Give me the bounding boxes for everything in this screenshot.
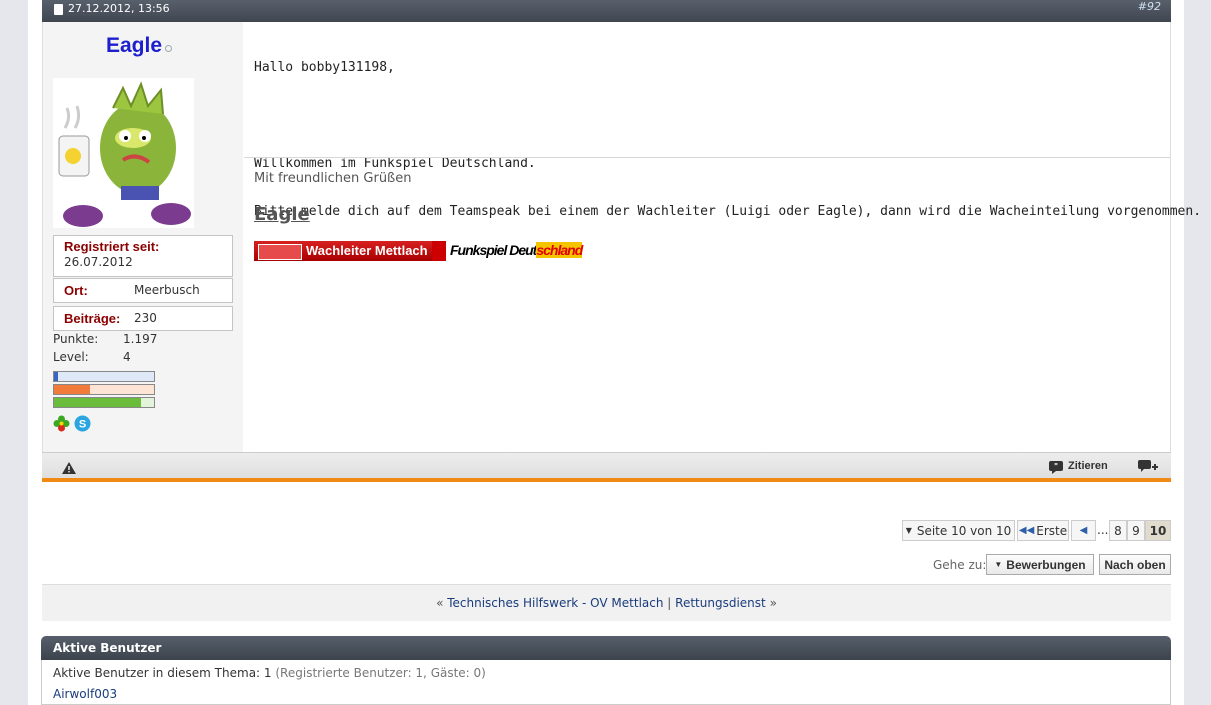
offline-status-icon	[165, 45, 172, 52]
active-user-link[interactable]: Airwolf003	[53, 687, 117, 701]
post-separator-line	[42, 478, 1171, 482]
post-message: Hallo bobby131198, Willkommen im Funkspi…	[254, 28, 1201, 236]
post-number-link[interactable]: #92	[1138, 0, 1161, 13]
points-value: 1.197	[123, 332, 158, 346]
level-value: 4	[123, 350, 131, 364]
previous-page-button[interactable]: ◀	[1071, 520, 1096, 541]
active-users-header: Aktive Benutzer	[41, 636, 1171, 660]
progress-bar-1	[53, 371, 155, 382]
posts-value: 230	[134, 311, 157, 325]
fire-truck-icon	[258, 244, 302, 260]
forum-jump-label: Bewerbungen	[1006, 557, 1086, 572]
message-line-3: Willkommen im Funkspiel Deutschland.	[254, 156, 536, 171]
signature-divider	[244, 157, 1170, 158]
skype-icon[interactable]: S	[74, 415, 91, 436]
points-label: Punkte:	[53, 332, 99, 346]
page-9-link[interactable]: 9	[1127, 520, 1145, 541]
double-left-arrow-icon: ◀◀	[1018, 525, 1035, 536]
pagination-ellipsis: ...	[1097, 523, 1109, 537]
page-8-link[interactable]: 8	[1109, 520, 1127, 541]
signature-greeting: Mit freundlichen Grüßen	[254, 171, 412, 186]
first-page-button[interactable]: ◀◀ Erste	[1017, 520, 1069, 541]
signature-name: Eagle	[254, 204, 310, 225]
level-label: Level:	[53, 350, 89, 364]
post-document-icon	[54, 4, 63, 15]
banner-right-text-b: schland	[536, 242, 583, 258]
registered-label: Registriert seit:	[64, 239, 160, 254]
quote-icon[interactable]: "	[1049, 459, 1063, 478]
banner-right-text: Funkspiel Deutschland	[450, 242, 583, 258]
page-selector[interactable]: ▼ Seite 10 von 10	[902, 520, 1015, 541]
location-value: Meerbusch	[134, 283, 200, 297]
page-10-current: 10	[1145, 520, 1171, 541]
posts-box: Beiträge: 230	[53, 306, 233, 331]
banner-left-text: Wachleiter Mettlach	[306, 243, 428, 258]
post-header: 27.12.2012, 13:56 #92	[42, 0, 1171, 22]
avatar	[53, 78, 194, 228]
signature-banner: Wachleiter Mettlach Funkspiel Deutschlan…	[254, 241, 604, 261]
progress-fill-2	[54, 385, 90, 394]
report-warning-icon[interactable]	[62, 459, 76, 478]
progress-bar-2	[53, 384, 155, 395]
post-date: 27.12.2012, 13:56	[68, 2, 170, 15]
dropdown-arrow-icon: ▼	[905, 526, 912, 535]
progress-bar-3	[53, 397, 155, 408]
post-footer	[42, 452, 1171, 479]
nav-separator: |	[667, 596, 672, 610]
goto-label: Gehe zu:	[933, 558, 987, 572]
thread-navigation: « Technisches Hilfswerk - OV Mettlach | …	[42, 584, 1171, 621]
icq-icon[interactable]	[53, 415, 70, 436]
forum-jump-button[interactable]: ▼ Bewerbungen	[986, 554, 1094, 575]
location-label: Ort:	[64, 283, 88, 298]
active-users-count: Aktive Benutzer in diesem Thema: 1	[53, 666, 272, 680]
message-line-1: Hallo bobby131198,	[254, 60, 395, 75]
message-line-2	[254, 108, 1201, 124]
posts-label: Beiträge:	[64, 311, 121, 326]
first-page-label: Erste	[1036, 523, 1068, 538]
next-marker: »	[769, 596, 777, 610]
back-to-top-button[interactable]: Nach oben	[1099, 554, 1171, 575]
previous-thread-link[interactable]: Technisches Hilfswerk - OV Mettlach	[447, 596, 663, 610]
author-username[interactable]: Eagle	[106, 34, 162, 58]
active-users-detail: (Registrierte Benutzer: 1, Gäste: 0)	[275, 666, 486, 680]
svg-text:S: S	[79, 419, 86, 431]
dropdown-arrow-icon: ▼	[994, 560, 1003, 569]
active-users-summary: Aktive Benutzer in diesem Thema: 1 (Regi…	[53, 666, 486, 680]
registered-value: 26.07.2012	[64, 255, 133, 269]
progress-fill-1	[54, 372, 58, 381]
message-line-4: Bitte melde dich auf dem Teamspeak bei e…	[254, 204, 1202, 219]
prev-marker: «	[436, 596, 444, 610]
banner-right-text-a: Funkspiel Deut	[450, 242, 537, 258]
next-thread-link[interactable]: Rettungsdienst	[675, 596, 766, 610]
page-label: Seite 10 von 10	[916, 523, 1012, 538]
progress-fill-3	[54, 398, 141, 407]
quote-button[interactable]: Zitieren	[1068, 460, 1108, 472]
registered-box: Registriert seit: 26.07.2012	[53, 235, 233, 277]
left-arrow-icon: ◀	[1079, 525, 1088, 536]
svg-text:": "	[1054, 462, 1058, 471]
multiquote-icon[interactable]	[1138, 459, 1160, 478]
location-box: Ort: Meerbusch	[53, 278, 233, 303]
